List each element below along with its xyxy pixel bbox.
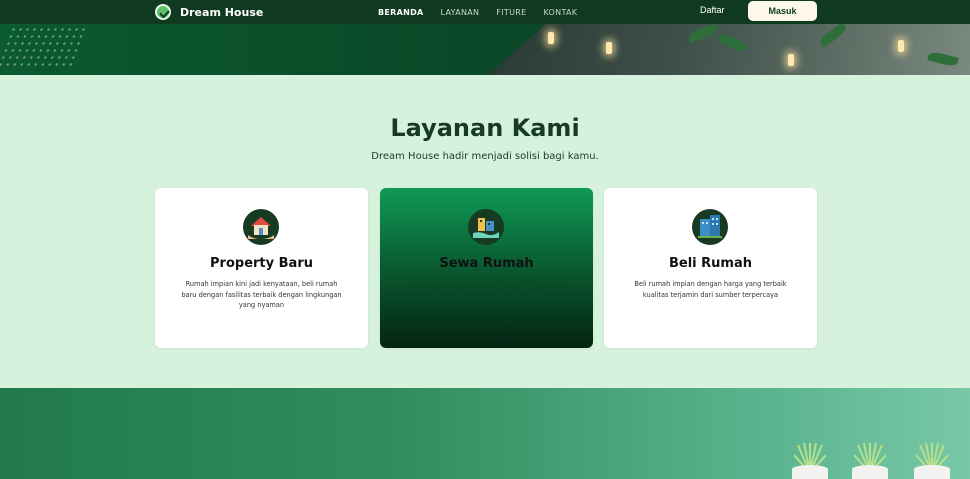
login-button[interactable]: Masuk: [748, 1, 817, 21]
main-nav: BERANDA LAYANAN FITURE KONTAK: [378, 0, 594, 24]
navbar: Dream House BERANDA LAYANAN FITURE KONTA…: [0, 0, 970, 24]
bottom-banner: [0, 388, 970, 479]
nav-link-layanan[interactable]: LAYANAN: [441, 8, 480, 17]
nav-link-beranda[interactable]: BERANDA: [378, 8, 424, 17]
card-description: Beli rumah impian dengan harga yang terb…: [634, 280, 787, 299]
plant-decoration: [850, 443, 890, 479]
house-in-hands-icon: [243, 209, 279, 245]
brand-name: Dream House: [180, 5, 264, 19]
service-card-property-baru[interactable]: Property Baru Rumah impian kini jadi ken…: [155, 188, 368, 348]
leaf-logo-icon: [155, 4, 171, 20]
apartment-building-icon: [692, 209, 728, 245]
plant-decoration: [912, 443, 952, 479]
card-description: Sewa rumah yang nyaman dengan fasilitas …: [405, 280, 568, 299]
nav-link-kontak[interactable]: KONTAK: [543, 8, 577, 17]
section-title: Layanan Kami: [390, 114, 580, 142]
hero-banner: [0, 24, 970, 75]
buildings-on-hand-icon: [468, 209, 504, 245]
service-card-sewa-rumah[interactable]: Sewa Rumah Sewa rumah yang nyaman dengan…: [380, 188, 593, 348]
service-card-beli-rumah[interactable]: Beli Rumah Beli rumah impian dengan harg…: [604, 188, 817, 348]
card-description: Rumah impian kini jadi kenyataan, beli r…: [181, 280, 342, 309]
nav-link-fiture[interactable]: FITURE: [496, 8, 526, 17]
brand[interactable]: Dream House: [155, 3, 263, 21]
dot-pattern-decoration: [0, 26, 88, 66]
card-title: Beli Rumah: [668, 256, 752, 271]
card-title: Sewa Rumah: [439, 256, 534, 271]
card-title: Property Baru: [210, 256, 313, 271]
hero-garden-image: [488, 24, 970, 75]
section-subtitle: Dream House hadir menjadi solisi bagi ka…: [371, 151, 599, 162]
register-button[interactable]: Daftar: [700, 5, 725, 15]
plant-decoration: [790, 443, 830, 479]
